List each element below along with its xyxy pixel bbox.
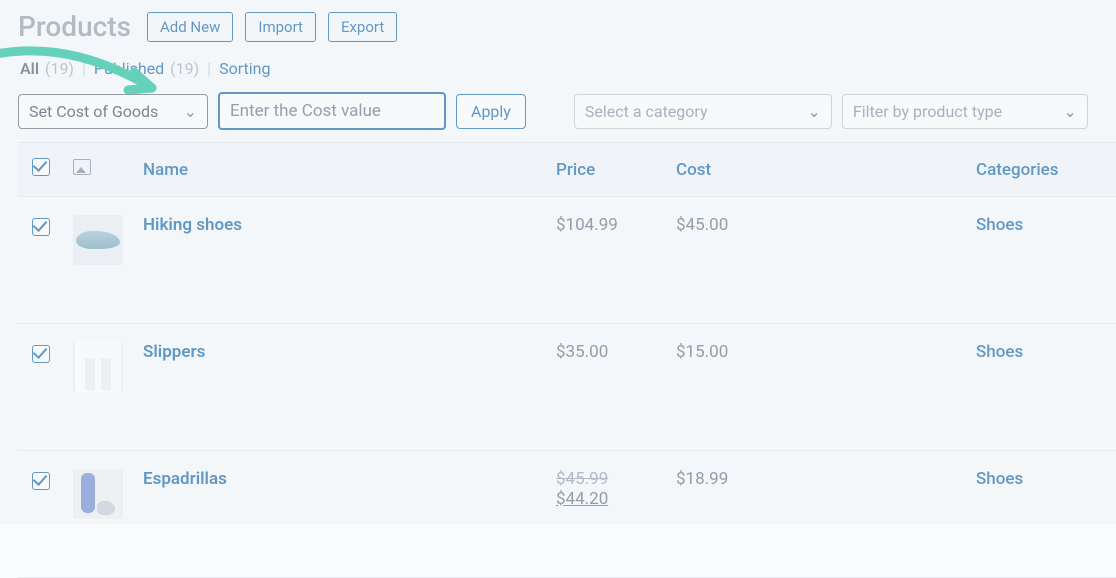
- price-value: $35.00: [556, 342, 608, 362]
- product-name-link[interactable]: Slippers: [143, 342, 205, 362]
- tab-all[interactable]: All (19): [20, 59, 74, 78]
- import-button[interactable]: Import: [245, 12, 316, 42]
- tab-published[interactable]: Published (19): [94, 59, 199, 78]
- image-column-icon: [73, 159, 91, 175]
- price-value: $104.99: [556, 215, 618, 235]
- table-row: Hiking shoes $104.99 $45.00 Shoes: [18, 197, 1116, 324]
- category-link[interactable]: Shoes: [976, 469, 1023, 489]
- chevron-down-icon: ⌄: [184, 102, 197, 121]
- bulk-action-select[interactable]: Set Cost of Goods ⌄: [18, 94, 208, 129]
- price-original: $45.99: [556, 469, 608, 489]
- column-cost[interactable]: Cost: [666, 143, 966, 197]
- product-thumbnail[interactable]: [73, 342, 123, 392]
- product-name-link[interactable]: Espadrillas: [143, 469, 227, 489]
- chevron-down-icon: ⌄: [1063, 102, 1076, 121]
- table-row: Slippers $35.00 $15.00 Shoes: [18, 324, 1116, 451]
- page-title: Products: [18, 10, 131, 43]
- chevron-down-icon: ⌄: [807, 102, 820, 121]
- product-thumbnail[interactable]: [73, 215, 123, 265]
- cost-value: $15.00: [676, 342, 728, 362]
- row-checkbox[interactable]: [32, 345, 50, 363]
- select-all-checkbox[interactable]: [32, 158, 50, 176]
- column-categories[interactable]: Categories: [966, 143, 1116, 197]
- table-row: Espadrillas $45.99$44.20 $18.99 Shoes: [18, 451, 1116, 578]
- column-price[interactable]: Price: [546, 143, 666, 197]
- product-name-link[interactable]: Hiking shoes: [143, 215, 242, 235]
- apply-button[interactable]: Apply: [456, 94, 526, 129]
- category-link[interactable]: Shoes: [976, 342, 1023, 362]
- tab-separator: |: [207, 59, 211, 78]
- row-checkbox[interactable]: [32, 218, 50, 236]
- tab-separator: |: [82, 59, 86, 78]
- export-button[interactable]: Export: [328, 12, 397, 42]
- product-thumbnail[interactable]: [73, 469, 123, 519]
- row-checkbox[interactable]: [32, 472, 50, 490]
- cost-value: $45.00: [676, 215, 728, 235]
- cost-value-input[interactable]: [218, 92, 446, 130]
- category-link[interactable]: Shoes: [976, 215, 1023, 235]
- product-type-filter-select[interactable]: Filter by product type ⌄: [842, 94, 1088, 129]
- tab-sorting[interactable]: Sorting: [219, 59, 270, 78]
- category-filter-select[interactable]: Select a category ⌄: [574, 94, 832, 129]
- cost-value: $18.99: [676, 469, 728, 489]
- view-tabs: All (19) | Published (19) | Sorting: [0, 49, 1116, 88]
- add-new-button[interactable]: Add New: [147, 12, 233, 42]
- products-table: Name Price Cost Categories Hiking shoes …: [18, 142, 1116, 578]
- column-name[interactable]: Name: [133, 143, 546, 197]
- price-sale: $44.20: [556, 489, 608, 509]
